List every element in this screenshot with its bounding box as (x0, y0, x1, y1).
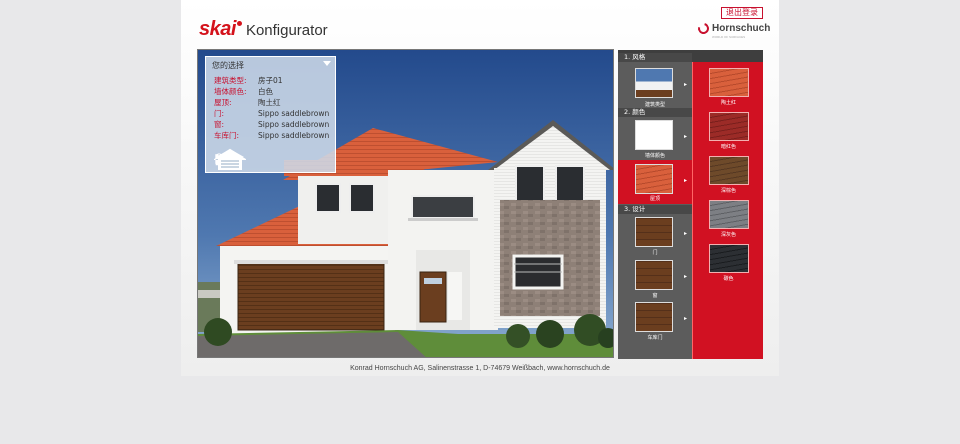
chevron-right-icon: ▸ (684, 316, 688, 322)
info-value: 陶土红 (258, 98, 281, 107)
info-value: Sippo saddlebrown (258, 131, 330, 140)
chevron-right-icon: ▸ (684, 82, 688, 88)
info-key: 车库门: (214, 131, 240, 140)
selection-panel-title: 您的选择 (212, 61, 244, 70)
brand-name: skai (199, 18, 236, 40)
logout-button[interactable]: 退出登录 (721, 7, 763, 19)
chevron-right-icon: ▸ (684, 134, 688, 140)
footer-address: Konrad Hornschuch AG, Salinenstrasse 1, … (350, 365, 610, 372)
info-key: 门: (214, 109, 225, 118)
building-type-thumb[interactable] (635, 68, 673, 98)
chevron-right-icon: ▸ (684, 274, 688, 280)
roof-option-label: 暗红色 (720, 144, 736, 150)
section-color-heading: 2. 颜色 (618, 108, 692, 117)
garage-door-icon[interactable] (214, 147, 246, 171)
section-style-heading: 1. 风格 (618, 53, 692, 62)
door-label: 门 (652, 250, 658, 256)
chevron-right-icon: ▸ (684, 231, 688, 237)
info-value: 房子01 (258, 76, 283, 85)
hornschuch-logo-icon (695, 20, 712, 37)
roof-label: 屋顶 (649, 196, 660, 202)
company-tagline: WORLD OF SURFACES (712, 35, 746, 39)
window-thumb[interactable] (635, 260, 673, 290)
wall-color-label: 墙体颜色 (644, 153, 665, 159)
garage-door-label: 车库门 (647, 335, 663, 341)
roof-option-label: 深棕色 (720, 188, 736, 194)
building-type-label: 建筑类型 (644, 102, 665, 108)
roof-option-charcoal[interactable] (709, 244, 749, 273)
info-row-roof: 屋顶: 陶土红 (214, 98, 281, 107)
info-key: 墙体颜色: (214, 87, 247, 96)
info-row-building-type: 建筑类型: 房子01 (214, 76, 283, 85)
selection-panel: 您的选择 建筑类型: 房子01 墙体颜色: 白色 屋顶: 陶土红 门: Sipp… (205, 56, 336, 173)
window-label: 窗 (652, 293, 658, 299)
roof-thumb[interactable] (635, 164, 673, 194)
roof-option-label: 陶土红 (720, 100, 736, 106)
info-row-garage-door: 车库门: Sippo saddlebrown (214, 131, 329, 140)
info-value: 白色 (258, 87, 273, 96)
roof-options-panel: 陶土红 暗红色 深棕色 深灰色 碳色 (692, 62, 763, 359)
section-design-heading: 3. 设计 (618, 205, 692, 214)
roof-option-terracotta[interactable] (709, 68, 749, 97)
wall-color-thumb[interactable] (635, 120, 673, 150)
roof-option-label: 碳色 (723, 276, 734, 282)
info-key: 屋顶: (214, 98, 232, 107)
info-key: 建筑类型: (214, 76, 247, 85)
roof-option-label: 深灰色 (720, 232, 736, 238)
door-thumb[interactable] (635, 217, 673, 247)
info-value: Sippo saddlebrown (258, 120, 330, 129)
info-row-door: 门: Sippo saddlebrown (214, 109, 329, 118)
roof-option-dark-grey[interactable] (709, 200, 749, 229)
brand-logo: skai Konfigurator (199, 18, 328, 41)
house-preview: 您的选择 建筑类型: 房子01 墙体颜色: 白色 屋顶: 陶土红 门: Sipp… (197, 49, 614, 358)
roof-option-dark-brown[interactable] (709, 156, 749, 185)
roof-option-dark-red[interactable] (709, 112, 749, 141)
info-key: 窗: (214, 120, 225, 129)
chevron-right-icon: ▸ (684, 178, 688, 184)
configurator-sidebar: 1. 风格 ▸ 建筑类型 2. 颜色 ▸ 墙体颜色 ▸ 屋顶 3. 设计 ▸ 门… (618, 50, 763, 359)
collapse-toggle-icon[interactable] (323, 61, 331, 66)
company-logo: Hornschuch WORLD OF SURFACES (695, 20, 771, 39)
info-row-wall-color: 墙体颜色: 白色 (214, 87, 273, 96)
info-value: Sippo saddlebrown (258, 109, 330, 118)
brand-dot-icon (236, 21, 242, 26)
app-title: Konfigurator (245, 22, 328, 39)
info-row-window: 窗: Sippo saddlebrown (214, 120, 329, 129)
garage-door-thumb[interactable] (635, 302, 673, 332)
company-name: Hornschuch (712, 23, 771, 34)
